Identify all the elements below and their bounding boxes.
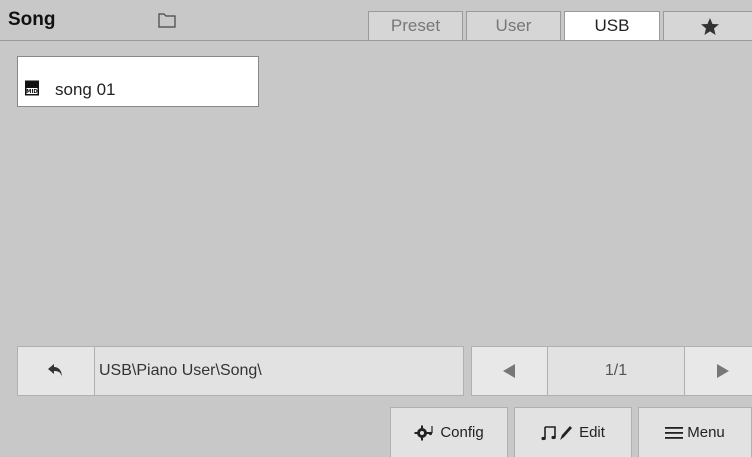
file-item[interactable]: MID song 01 [17,56,259,107]
tab-favorites[interactable] [663,11,752,40]
menu-button[interactable]: Menu [638,407,752,457]
tab-user[interactable]: User [466,11,561,40]
tab-usb[interactable]: USB [564,11,660,40]
note-pencil-icon [541,425,573,440]
file-name: song 01 [55,80,116,99]
svg-text:MID: MID [26,89,38,95]
header-bar: Song Preset User USB [0,0,752,41]
edit-button[interactable]: Edit [514,407,632,457]
gear-note-icon [414,425,433,440]
hamburger-menu-icon [665,426,684,439]
back-arrow-icon [48,364,62,377]
current-path: USB\Piano User\Song\ [99,362,262,379]
triangle-left-icon [503,364,516,378]
mid-file-icon: MID [25,80,39,96]
config-button[interactable]: Config [390,407,508,457]
menu-label: Menu [687,424,725,441]
config-label: Config [440,424,484,441]
prev-page-button[interactable] [472,347,548,395]
back-button[interactable] [18,347,95,395]
triangle-right-icon [716,364,729,378]
folder-icon[interactable] [158,12,176,28]
star-icon [700,17,719,35]
edit-label: Edit [579,424,605,441]
pager: 1/1 [471,346,752,396]
source-tabs: Preset User USB [368,11,752,40]
tab-preset[interactable]: Preset [368,11,463,40]
page-indicator: 1/1 [604,362,628,379]
next-page-button[interactable] [684,347,752,395]
page-title: Song [8,9,56,30]
path-bar: USB\Piano User\Song\ [17,346,464,396]
